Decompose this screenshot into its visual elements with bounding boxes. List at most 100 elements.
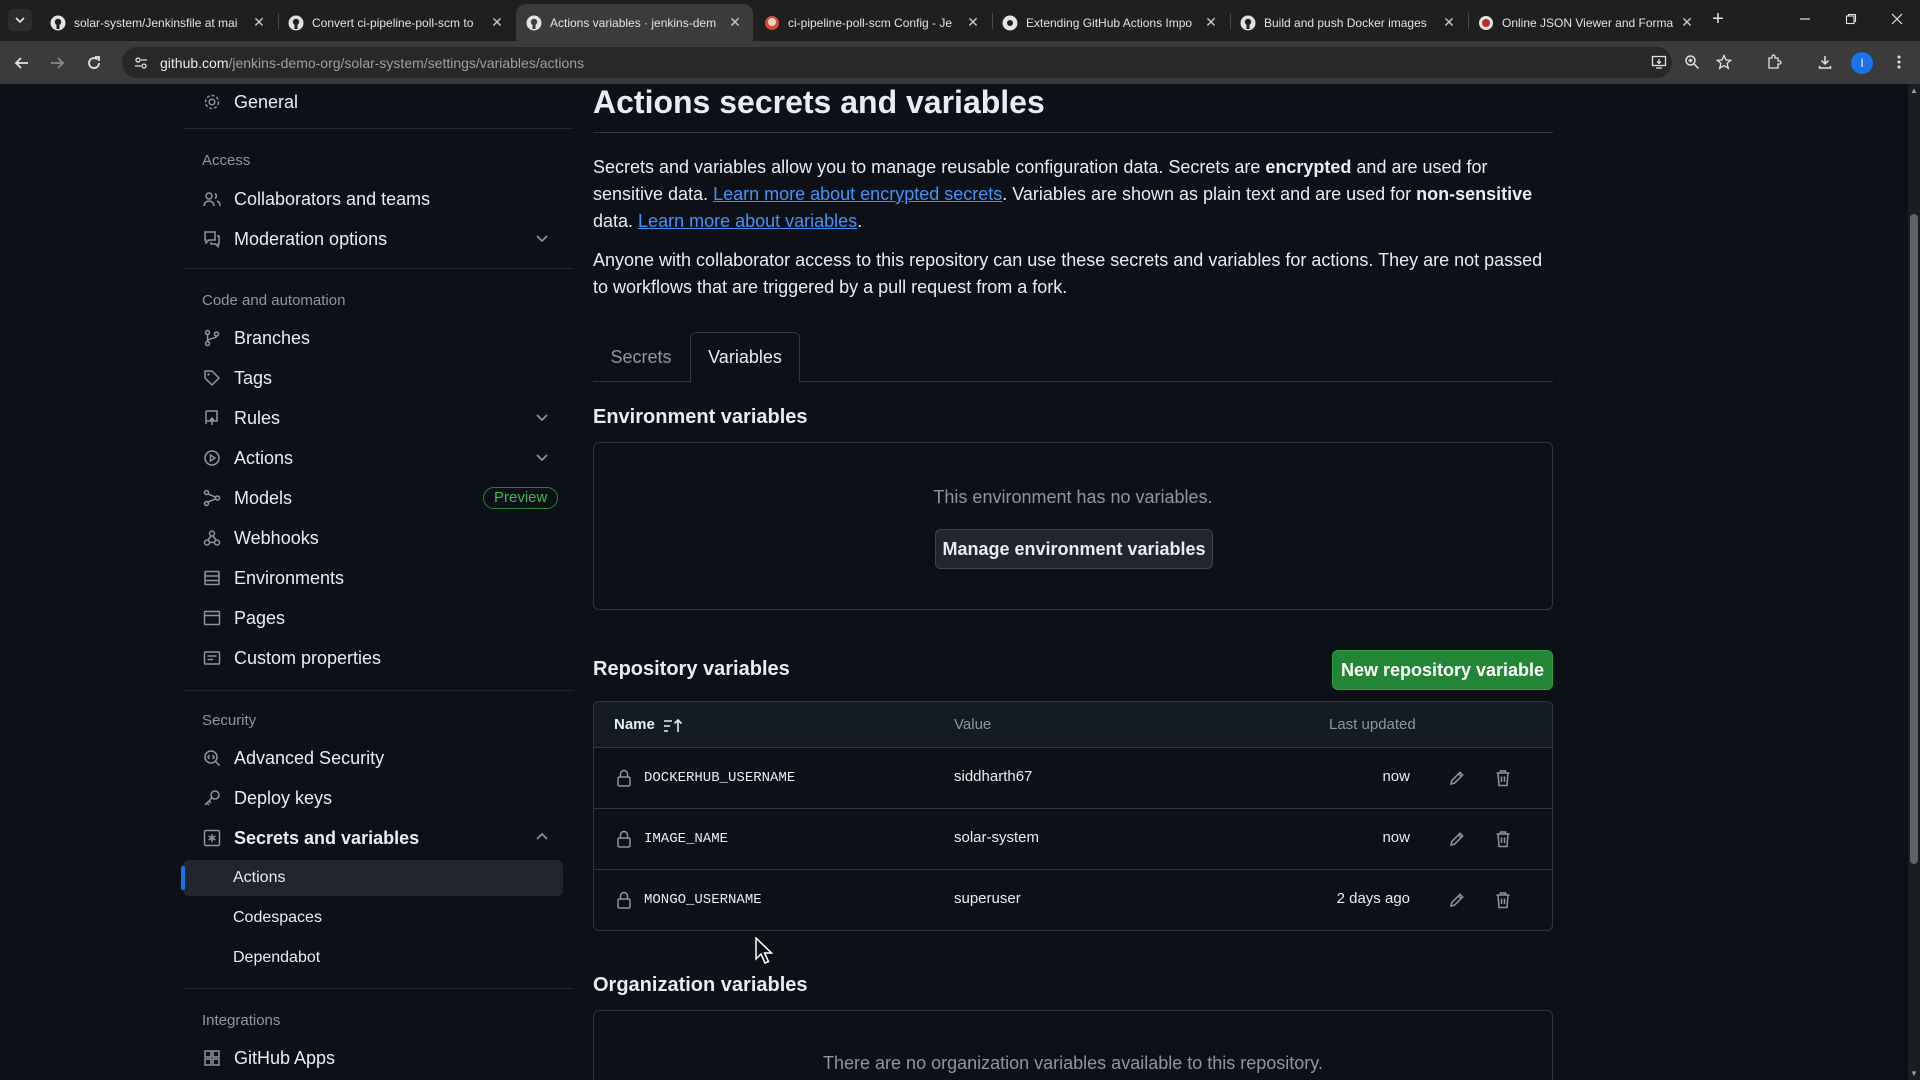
lock-icon [613, 889, 635, 911]
table-row: MONGO_USERNAME superuser 2 days ago [594, 870, 1552, 931]
sidebar-item-environments[interactable]: Environments [183, 560, 563, 596]
sidebar-item-tags[interactable]: Tags [183, 360, 563, 396]
sidebar-heading-security: Security [202, 712, 257, 729]
bookmark-star-icon[interactable] [1711, 49, 1737, 75]
chevron-down-icon [534, 449, 550, 465]
address-bar[interactable]: github.com/jenkins-demo-org/solar-system… [122, 47, 1672, 78]
tab-variables[interactable]: Variables [690, 332, 800, 383]
browser-tab[interactable]: Online JSON Viewer and Forma ✕ [1468, 4, 1705, 41]
mouse-cursor-icon [755, 937, 775, 965]
sort-ascending-icon[interactable] [663, 718, 685, 734]
install-app-icon[interactable] [1646, 49, 1672, 75]
pencil-icon[interactable] [1446, 767, 1468, 789]
environment-empty-message: This environment has no variables. [933, 487, 1213, 507]
tab-search-button[interactable] [8, 9, 32, 31]
trash-icon[interactable] [1492, 828, 1514, 850]
downloads-icon[interactable] [1812, 49, 1838, 75]
sidebar-item-pages[interactable]: Pages [183, 600, 563, 636]
browser-icon [202, 608, 222, 628]
access-note: Anyone with collaborator access to this … [593, 250, 1543, 297]
github-icon [50, 15, 66, 31]
sidebar-item-moderation[interactable]: Moderation options [183, 221, 563, 257]
sidebar-heading-access: Access [202, 152, 251, 169]
scrollbar-thumb[interactable] [1910, 214, 1918, 864]
sidebar-item-models[interactable]: Models Preview [183, 480, 563, 516]
tab-title: ci-pipeline-poll-scm Config - Je [788, 15, 953, 30]
reload-icon[interactable] [80, 49, 108, 77]
sidebar-subitem-actions[interactable]: Actions [181, 860, 563, 896]
sidebar-item-custom-properties[interactable]: Custom properties [183, 640, 563, 676]
tab-title: solar-system/Jenkinsfile at mai [74, 15, 238, 30]
server-icon [202, 568, 222, 588]
learn-more-secrets-link[interactable]: Learn more about encrypted secrets [713, 184, 1002, 204]
tab-close-icon[interactable]: ✕ [251, 14, 267, 31]
scroll-up-arrow-icon[interactable]: ▲ [1910, 86, 1918, 95]
organization-empty-message: There are no organization variables avai… [823, 1053, 1323, 1073]
column-last-updated: Last updated [1329, 716, 1416, 733]
apps-icon [202, 1048, 222, 1068]
tab-close-icon[interactable]: ✕ [1203, 14, 1219, 31]
tab-title: Convert ci-pipeline-poll-scm to [312, 15, 474, 30]
tab-close-icon[interactable]: ✕ [1441, 14, 1457, 31]
forward-icon[interactable] [43, 49, 71, 77]
github-icon [526, 15, 542, 31]
manage-environment-variables-button[interactable]: Manage environment variables [935, 529, 1213, 569]
sidebar-item-advanced-security[interactable]: Advanced Security [183, 740, 563, 776]
profile-avatar[interactable]: I [1851, 52, 1873, 74]
variable-updated: now [1382, 829, 1410, 846]
tab-close-icon[interactable]: ✕ [489, 14, 505, 31]
sidebar-item-rules[interactable]: Rules [183, 400, 563, 436]
table-header: Name Value Last updated [594, 702, 1552, 748]
back-icon[interactable] [8, 49, 36, 77]
tab-secrets[interactable]: Secrets [593, 332, 689, 382]
close-window-icon[interactable] [1874, 0, 1920, 38]
sidebar-subitem-codespaces[interactable]: Codespaces [183, 900, 563, 936]
variable-name: MONGO_USERNAME [644, 892, 762, 908]
browser-tab[interactable]: solar-system/Jenkinsfile at mai ✕ [40, 4, 277, 41]
github-octo-icon [1002, 15, 1018, 31]
variable-value: solar-system [954, 829, 1040, 846]
minimize-icon[interactable] [1782, 0, 1828, 38]
sidebar-subitem-dependabot[interactable]: Dependabot [183, 940, 563, 976]
page-scrollbar[interactable]: ▲ ▼ [1908, 84, 1920, 1080]
sidebar-item-actions[interactable]: Actions [183, 440, 563, 476]
tab-close-icon[interactable]: ✕ [1679, 14, 1695, 31]
sidebar-item-general[interactable]: General [183, 84, 563, 120]
sidebar-item-github-apps[interactable]: GitHub Apps [183, 1040, 563, 1076]
pencil-icon[interactable] [1446, 889, 1468, 911]
site-info-icon[interactable] [134, 56, 148, 70]
chevron-up-icon [534, 829, 550, 845]
secrets-variables-tabs: Secrets Variables [593, 332, 1553, 383]
environment-variables-heading: Environment variables [593, 406, 808, 428]
browser-menu-icon[interactable] [1886, 49, 1912, 75]
tab-close-icon[interactable]: ✕ [727, 14, 743, 31]
browser-tab[interactable]: Extending GitHub Actions Impo ✕ [992, 4, 1229, 41]
browser-tab-active[interactable]: Actions variables · jenkins-dem ✕ [516, 4, 753, 41]
trash-icon[interactable] [1492, 889, 1514, 911]
learn-more-variables-link[interactable]: Learn more about variables [638, 211, 857, 231]
sidebar-item-collaborators[interactable]: Collaborators and teams [183, 181, 563, 217]
sidebar-heading-integrations: Integrations [202, 1012, 281, 1029]
trash-icon[interactable] [1492, 767, 1514, 789]
new-tab-button[interactable]: + [1704, 8, 1732, 32]
browser-tab[interactable]: Build and push Docker images ✕ [1230, 4, 1467, 41]
column-value: Value [954, 716, 992, 733]
zoom-icon[interactable] [1679, 49, 1705, 75]
sidebar-item-secrets-and-variables[interactable]: Secrets and variables [183, 820, 563, 856]
browser-tab-strip: solar-system/Jenkinsfile at mai ✕ Conver… [0, 0, 1920, 41]
pencil-icon[interactable] [1446, 828, 1468, 850]
sidebar-item-deploy-keys[interactable]: Deploy keys [183, 780, 563, 816]
sidebar-item-branches[interactable]: Branches [183, 320, 563, 356]
comment-discussion-icon [202, 229, 222, 249]
codescan-icon [202, 748, 222, 768]
sidebar-item-webhooks[interactable]: Webhooks [183, 520, 563, 556]
tab-close-icon[interactable]: ✕ [965, 14, 981, 31]
browser-tab[interactable]: ci-pipeline-poll-scm Config - Je ✕ [754, 4, 991, 41]
extensions-icon[interactable] [1761, 49, 1787, 75]
scroll-down-arrow-icon[interactable]: ▼ [1910, 1069, 1918, 1078]
restore-icon[interactable] [1828, 0, 1874, 38]
new-repository-variable-button[interactable]: New repository variable [1332, 650, 1553, 690]
browser-tab[interactable]: Convert ci-pipeline-poll-scm to ✕ [278, 4, 515, 41]
column-name[interactable]: Name [614, 716, 655, 733]
models-icon [202, 488, 222, 508]
